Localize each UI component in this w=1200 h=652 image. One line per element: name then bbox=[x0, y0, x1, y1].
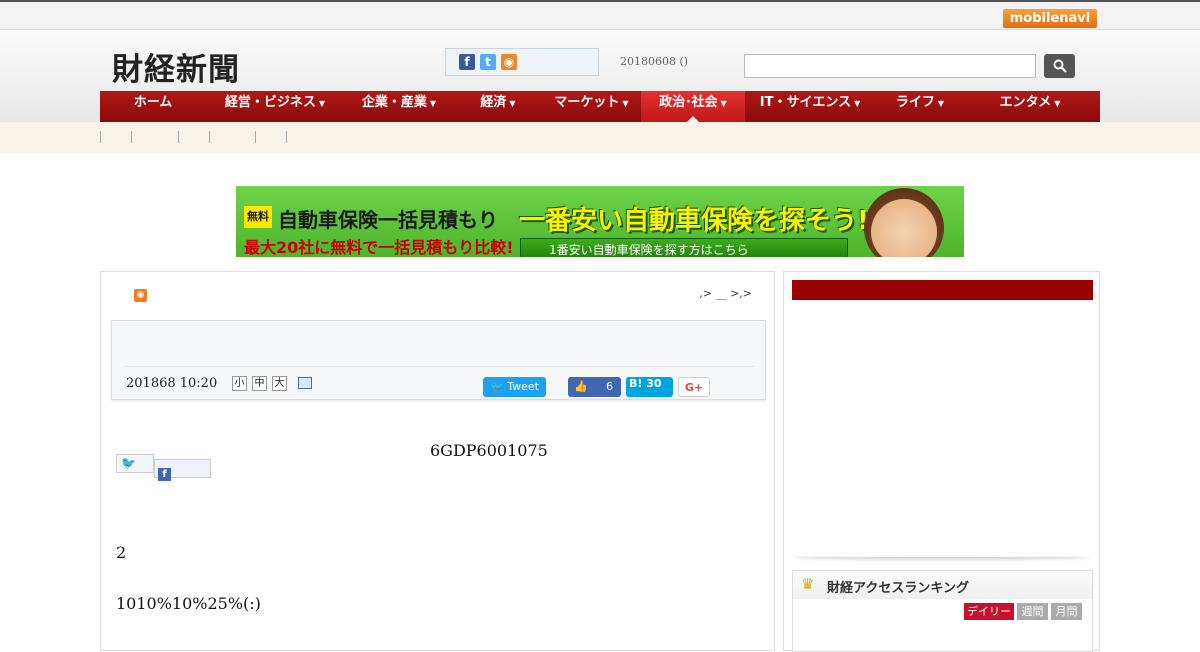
subnav-divider bbox=[178, 131, 179, 143]
search-button[interactable] bbox=[1044, 54, 1075, 78]
sub-nav bbox=[0, 122, 1200, 153]
site-logo[interactable]: 財経新聞 bbox=[112, 44, 240, 89]
nav-item-life[interactable]: ライフ ▼ bbox=[875, 91, 965, 122]
rss-icon[interactable]: ◉ bbox=[501, 54, 517, 70]
subnav-divider bbox=[209, 131, 210, 143]
article-text: 1010%10%25%(:) bbox=[116, 594, 261, 613]
twitter-icon: 🐦 bbox=[490, 380, 508, 393]
chevron-down-icon: ▼ bbox=[937, 99, 945, 108]
chevron-down-icon: ▼ bbox=[509, 99, 516, 108]
tab-daily[interactable]: デイリー bbox=[964, 603, 1014, 620]
divider bbox=[794, 554, 1090, 557]
google-plus-button[interactable]: G+ bbox=[678, 377, 710, 397]
ad-cta-button[interactable]: 1番安い自動車保険を探す方はこちら bbox=[520, 238, 848, 257]
ad-photo bbox=[864, 188, 944, 257]
top-strip: mobilenavi bbox=[0, 0, 1200, 30]
tweet-share-button[interactable]: 🐦 bbox=[116, 454, 154, 473]
breadcrumb-part[interactable]: ,> bbox=[699, 287, 712, 300]
social-links: f t ◉ bbox=[445, 48, 599, 76]
article-date: 201868 10:20 bbox=[126, 376, 218, 391]
ad-free-badge: 無料 bbox=[244, 206, 272, 228]
font-size-medium-button[interactable]: 中 bbox=[252, 376, 267, 391]
chevron-down-icon: ▼ bbox=[429, 99, 437, 108]
tab-weekly[interactable]: 週間 bbox=[1017, 603, 1048, 620]
ad-title: 自動車保険一括見積もり bbox=[278, 208, 498, 232]
divider bbox=[124, 366, 754, 367]
breadcrumb-part[interactable]: >,> bbox=[730, 287, 752, 300]
chevron-down-icon: ▼ bbox=[622, 99, 629, 108]
banner-ad[interactable]: 無料 自動車保険一括見積もり 最大20社に無料で一括見積もり比較! 一番安い自動… bbox=[236, 186, 964, 257]
nav-item-business[interactable]: 経営・ビジネス ▼ bbox=[206, 91, 344, 122]
article-header: 201868 10:20 小 中 大 🐦 Tweet 👍 6 B! 30 G+ bbox=[111, 320, 766, 400]
subnav-divider bbox=[131, 131, 132, 143]
chevron-down-icon: ▼ bbox=[854, 99, 861, 108]
font-size-large-button[interactable]: 大 bbox=[272, 376, 287, 391]
subnav-divider bbox=[255, 131, 256, 143]
ad-subtitle: 最大20社に無料で一括見積もり比較! bbox=[244, 238, 514, 257]
subnav-divider bbox=[100, 131, 101, 143]
twitter-icon[interactable]: t bbox=[480, 54, 496, 70]
chevron-down-icon: ▼ bbox=[318, 99, 326, 108]
article-panel: ◉ ,> __ >,> 201868 10:20 小 中 大 🐦 Tweet 👍… bbox=[100, 271, 775, 651]
nav-item-politics[interactable]: 政治･社会 ▼ bbox=[641, 91, 745, 122]
thumbs-up-icon: 👍 bbox=[574, 380, 588, 393]
chevron-down-icon: ▼ bbox=[720, 99, 727, 108]
chevron-down-icon: ▼ bbox=[1054, 99, 1061, 108]
facebook-like-button[interactable]: 👍 6 bbox=[568, 377, 621, 397]
sidebar-header-bar bbox=[792, 280, 1093, 300]
access-ranking: ♛ 財経アクセスランキング デイリー 週間 月間 bbox=[792, 570, 1093, 652]
breadcrumb-current: __ bbox=[715, 287, 727, 300]
crown-icon: ♛ bbox=[801, 575, 815, 593]
sidebar: ♛ 財経アクセスランキング デイリー 週間 月間 bbox=[783, 271, 1100, 652]
nav-item-economy[interactable]: 経済 ▼ bbox=[454, 91, 542, 122]
twitter-icon: 🐦 bbox=[121, 456, 136, 470]
article-text: 2 bbox=[116, 543, 127, 562]
subnav-divider bbox=[286, 131, 287, 143]
nav-item-industry[interactable]: 企業・産業 ▼ bbox=[344, 91, 454, 122]
font-size-small-button[interactable]: 小 bbox=[232, 376, 247, 391]
article-text: 6GDP6001075 bbox=[430, 441, 548, 460]
tweet-button[interactable]: 🐦 Tweet bbox=[483, 377, 546, 397]
facebook-icon: f bbox=[158, 468, 171, 481]
search-icon bbox=[1053, 59, 1067, 73]
search-input[interactable] bbox=[744, 54, 1036, 78]
main-nav: ホーム 経営・ビジネス ▼ 企業・産業 ▼ 経済 ▼ マーケット ▼ 政治･社会 ▼ IT… bbox=[100, 91, 1100, 122]
breadcrumb: ,> __ >,> bbox=[699, 287, 752, 300]
print-icon[interactable] bbox=[298, 377, 312, 389]
ranking-title: 財経アクセスランキング bbox=[827, 581, 969, 596]
facebook-share-button[interactable]: f bbox=[154, 459, 211, 481]
hatena-bookmark-button[interactable]: B! 30 bbox=[626, 377, 673, 397]
nav-item-it-science[interactable]: IT・サイエンス ▼ bbox=[745, 91, 875, 122]
mobile-navi-link[interactable]: mobilenavi bbox=[1003, 9, 1097, 28]
header-date: 20180608 () bbox=[620, 55, 689, 68]
facebook-icon[interactable]: f bbox=[459, 54, 475, 70]
tab-monthly[interactable]: 月間 bbox=[1051, 603, 1082, 620]
rss-icon[interactable]: ◉ bbox=[134, 289, 147, 302]
nav-item-entertainment[interactable]: エンタメ ▼ bbox=[965, 91, 1095, 122]
nav-item-home[interactable]: ホーム bbox=[100, 91, 206, 122]
nav-item-market[interactable]: マーケット ▼ bbox=[542, 91, 641, 122]
ad-headline: 一番安い自動車保険を探そう! bbox=[519, 206, 869, 236]
